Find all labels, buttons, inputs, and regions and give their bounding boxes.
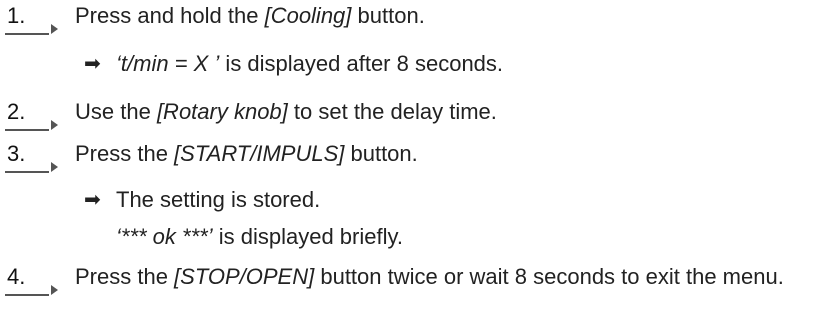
result-text-segment: is displayed briefly.	[212, 224, 403, 249]
result-text-1: ‘t/min = X ’ is displayed after 8 second…	[116, 49, 503, 79]
triangle-arrow-icon	[51, 120, 58, 130]
result-text-3a: The setting is stored.	[116, 185, 320, 215]
triangle-arrow-icon	[51, 285, 58, 295]
step-text-3: Press the [START/IMPULS] button.	[75, 139, 418, 169]
button-name-rotary-knob: [Rotary knob]	[156, 99, 288, 124]
step-number-underline	[5, 171, 49, 173]
step-number-3: 3.	[7, 141, 26, 166]
triangle-arrow-icon	[51, 162, 58, 172]
step-number-underline	[5, 294, 49, 296]
result-text-segment: The setting is stored.	[116, 187, 321, 212]
step-text-segment: Press the	[75, 141, 175, 166]
display-text-ok: ‘*** ok ***’	[116, 224, 213, 249]
step-number-4: 4.	[7, 264, 26, 289]
button-name-start-impuls: [START/IMPULS]	[174, 141, 345, 166]
right-arrow-icon: ➡	[84, 53, 101, 75]
step-text-4: Press the [STOP/OPEN] button twice or wa…	[75, 262, 825, 292]
right-arrow-icon: ➡	[84, 189, 101, 211]
result-text-segment: is displayed after 8 seconds.	[219, 51, 504, 76]
step-text-1: Press and hold the [Cooling] button.	[75, 1, 425, 31]
step-text-segment: button.	[344, 141, 418, 166]
step-text-2: Use the [Rotary knob] to set the delay t…	[75, 97, 497, 127]
step-number-1: 1.	[7, 3, 26, 28]
step-number-2: 2.	[7, 99, 26, 124]
step-text-segment: Use the	[75, 99, 157, 124]
display-text-tmin: ‘t/min = X ’	[116, 51, 220, 76]
step-text-segment: Press the	[75, 264, 175, 289]
triangle-arrow-icon	[51, 24, 58, 34]
step-text-segment: to set the delay time.	[287, 99, 497, 124]
result-text-3b: ‘*** ok ***’ is displayed briefly.	[116, 222, 403, 252]
step-text-segment: button.	[351, 3, 425, 28]
step-text-segment: button twice or wait 8 seconds to exit t…	[314, 264, 784, 289]
step-text-segment: Press and hold the	[75, 3, 265, 28]
button-name-stop-open: [STOP/OPEN]	[174, 264, 315, 289]
step-number-underline	[5, 33, 49, 35]
step-number-underline	[5, 129, 49, 131]
button-name-cooling: [Cooling]	[264, 3, 352, 28]
